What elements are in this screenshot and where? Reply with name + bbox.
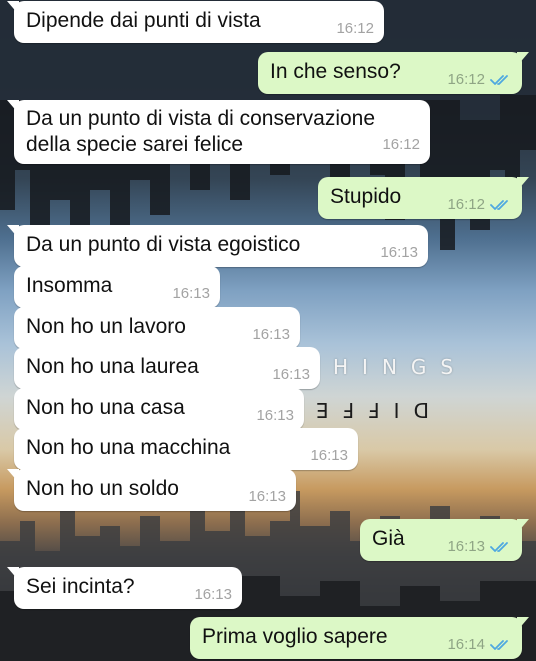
message-text: Non ho un soldo [26,477,179,500]
message-text: Dipende dai punti di vista [26,9,261,32]
double-check-icon [490,199,508,210]
message-incoming[interactable]: Da un punto di vista di conservazione de… [7,100,430,164]
message-text: Da un punto di vista di conservazione de… [26,107,376,156]
wallpaper-word-diffe: DIFFE [302,398,429,422]
message-time: 16:13 [194,586,232,603]
message-text: Non ho una laurea [26,355,199,378]
message-time: 16:12 [336,20,374,37]
double-check-icon [490,74,508,85]
message-text: Non ho una macchina [26,436,231,459]
message-incoming[interactable]: Dipende dai punti di vista 16:12 [7,1,384,43]
message-outgoing[interactable]: Stupido 16:12 [318,177,529,219]
message-text: Sei incinta? [26,575,135,598]
message-incoming[interactable]: Non ho una laurea 16:13 [14,347,320,389]
message-time: 16:14 [447,636,512,653]
message-time: 16:13 [310,447,348,464]
message-text: Stupido [330,185,402,208]
double-check-icon [490,639,508,650]
message-text: Non ho un lavoro [26,315,186,338]
message-outgoing[interactable]: In che senso? 16:12 [258,52,529,94]
wallpaper-word-hings: HINGS [333,355,468,379]
message-incoming[interactable]: Sei incinta? 16:13 [7,567,242,609]
message-time: 16:13 [172,285,210,302]
message-text: In che senso? [270,60,401,83]
message-incoming[interactable]: Non ho una macchina 16:13 [14,428,358,470]
double-check-icon [490,541,508,552]
message-text: Insomma [26,274,113,297]
message-time: 16:13 [447,538,512,555]
message-time: 16:13 [256,407,294,424]
message-incoming[interactable]: Da un punto di vista egoistico 16:13 [7,225,428,267]
message-time: 16:13 [248,488,286,505]
message-time: 16:13 [380,244,418,261]
message-incoming[interactable]: Non ho un lavoro 16:13 [14,307,300,349]
message-time: 16:12 [447,71,512,88]
message-incoming[interactable]: Non ho un soldo 16:13 [7,469,296,511]
message-text: Già [372,527,405,550]
message-outgoing[interactable]: Prima voglio sapere 16:14 [190,617,529,659]
message-text: Non ho una casa [26,396,185,419]
message-incoming[interactable]: Insomma 16:13 [14,266,220,308]
message-incoming[interactable]: Non ho una casa 16:13 [14,388,304,430]
message-time: 16:13 [272,366,310,383]
message-time: 16:12 [382,136,420,153]
message-outgoing[interactable]: Già 16:13 [360,519,529,561]
message-text: Prima voglio sapere [202,625,388,648]
message-text: Da un punto di vista egoistico [26,233,301,256]
message-time: 16:12 [447,196,512,213]
message-time: 16:13 [252,326,290,343]
